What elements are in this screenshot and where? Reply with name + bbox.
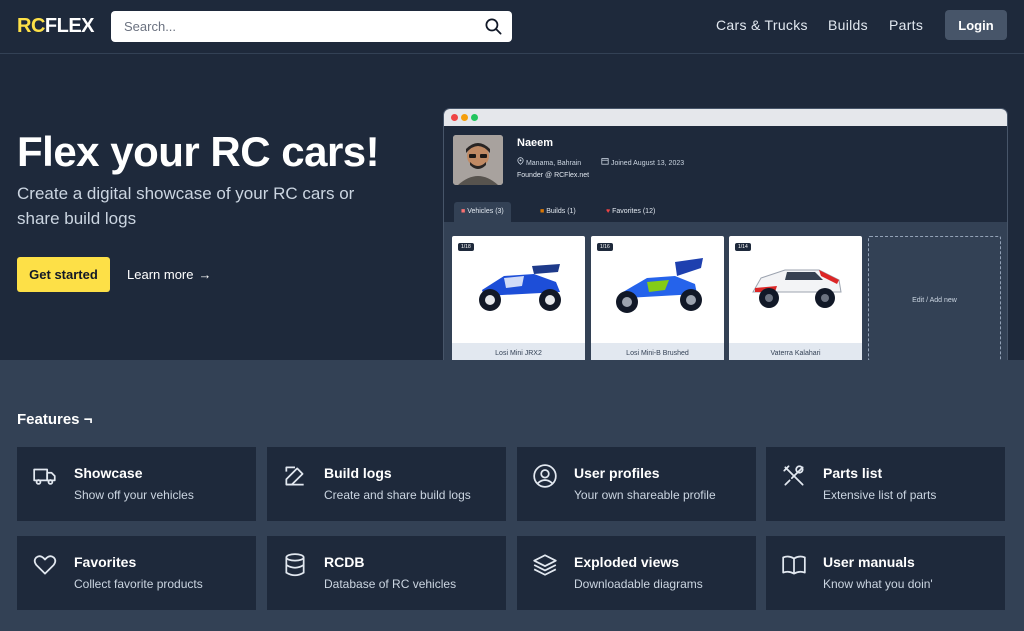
add-vehicle-card[interactable]: Edit / Add new — [868, 236, 1001, 360]
logo-rc: RC — [17, 15, 45, 37]
window-minimize-dot — [461, 114, 468, 121]
get-started-button[interactable]: Get started — [17, 257, 110, 292]
calendar-icon — [601, 158, 609, 165]
feature-title: Exploded views — [574, 554, 680, 570]
feature-desc: Know what you doin' — [823, 577, 933, 591]
feature-title: User profiles — [574, 465, 660, 481]
search-icon[interactable] — [484, 17, 503, 36]
feature-desc: Downloadable diagrams — [574, 577, 703, 591]
vehicle-name: Vaterra Kalahari — [729, 343, 862, 360]
hero-title: Flex your RC cars! — [17, 128, 380, 175]
arrow-right-icon: → — [198, 267, 212, 282]
profile-joined: Joined August 13, 2023 — [601, 157, 684, 167]
truck-icon — [33, 468, 56, 485]
hero-subtitle: Create a digital showcase of your RC car… — [17, 184, 355, 228]
pencil-icon — [285, 466, 304, 486]
feature-card-exploded-views[interactable]: Exploded views Downloadable diagrams — [517, 536, 756, 610]
vehicle-name: Losi Mini JRX2 — [452, 343, 585, 360]
feature-desc: Database of RC vehicles — [324, 577, 457, 591]
feature-desc: Show off your vehicles — [74, 488, 194, 502]
heart-icon — [33, 555, 57, 575]
login-button[interactable]: Login — [945, 10, 1007, 40]
feature-card-favorites[interactable]: Favorites Collect favorite products — [17, 536, 256, 610]
scale-badge: 1/18 — [458, 243, 474, 251]
window-close-dot — [451, 114, 458, 121]
truck-image-icon — [752, 269, 842, 308]
tab-favorites[interactable]: ♥ Favorites (12) — [599, 202, 662, 222]
feature-title: User manuals — [823, 554, 915, 570]
location-pin-icon — [517, 157, 524, 165]
feature-card-parts-list[interactable]: Parts list Extensive list of parts — [766, 447, 1005, 521]
learn-more-link[interactable]: Learn more → — [127, 267, 211, 282]
car-icon: ■ — [461, 208, 466, 215]
window-maximize-dot — [471, 114, 478, 121]
database-icon — [285, 553, 305, 577]
nav-parts[interactable]: Parts — [889, 17, 923, 33]
browser-titlebar — [444, 109, 1007, 126]
book-icon — [782, 555, 806, 575]
tab-favorites-label: Favorites (12) — [612, 208, 656, 215]
vehicle-name: Losi Mini-B Brushed — [591, 343, 724, 360]
tab-vehicles[interactable]: ■ Vehicles (3) — [454, 202, 511, 222]
profile-name: Naeem — [517, 137, 554, 149]
vehicle-card[interactable]: 1/16 Losi Mini-B Brushed — [591, 236, 724, 360]
feature-title: Parts list — [823, 465, 883, 481]
profile-preview-window: Naeem Manama, Bahrain Joined August 13, … — [443, 108, 1008, 360]
vehicle-card[interactable]: 1/14 Vaterra Kalahari — [729, 236, 862, 360]
feature-title: Favorites — [74, 554, 137, 570]
feature-title: Showcase — [74, 465, 143, 481]
tab-builds[interactable]: ■ Builds (1) — [533, 202, 583, 222]
scale-badge: 1/14 — [735, 243, 751, 251]
add-new-label: Edit / Add new — [912, 297, 957, 304]
tab-builds-label: Builds (1) — [546, 208, 576, 215]
logo-flex: FLEX — [44, 15, 95, 37]
tab-vehicles-label: Vehicles (3) — [467, 208, 504, 215]
feature-card-showcase[interactable]: Showcase Show off your vehicles — [17, 447, 256, 521]
buggy-image-icon — [479, 264, 561, 311]
profile-role: Founder @ RCFlex.net — [517, 172, 590, 179]
features-title: Features ¬ — [17, 411, 93, 428]
feature-desc: Collect favorite products — [74, 577, 203, 591]
search-box — [111, 11, 512, 42]
profile-location: Manama, Bahrain — [517, 157, 581, 167]
profile-joined-text: Joined August 13, 2023 — [610, 160, 685, 167]
nav-cars-trucks[interactable]: Cars & Trucks — [716, 17, 808, 33]
scale-badge: 1/16 — [597, 243, 613, 251]
vehicle-card[interactable]: 1/18 Losi Mini JRX2 — [452, 236, 585, 360]
feature-desc: Your own shareable profile — [574, 488, 716, 502]
learn-more-label: Learn more — [127, 267, 194, 282]
search-input[interactable] — [111, 11, 471, 42]
tools-icon — [783, 465, 804, 486]
feature-title: Build logs — [324, 465, 392, 481]
feature-card-user-manuals[interactable]: User manuals Know what you doin' — [766, 536, 1005, 610]
box-icon: ■ — [540, 208, 545, 215]
top-navbar: RCFLEX Cars & Trucks Builds Parts Login — [0, 0, 1024, 54]
avatar-portrait-icon — [453, 135, 503, 185]
nav-builds[interactable]: Builds — [828, 17, 868, 33]
rcflex-logo[interactable]: RCFLEX — [17, 15, 95, 38]
feature-card-build-logs[interactable]: Build logs Create and share build logs — [267, 447, 506, 521]
heart-icon: ♥ — [606, 208, 611, 215]
avatar — [453, 135, 503, 185]
buggy-image-icon — [616, 258, 703, 313]
feature-title: RCDB — [324, 554, 365, 570]
feature-desc: Extensive list of parts — [823, 488, 937, 502]
feature-card-user-profiles[interactable]: User profiles Your own shareable profile — [517, 447, 756, 521]
layers-icon — [533, 554, 557, 576]
user-circle-icon — [533, 464, 557, 488]
feature-desc: Create and share build logs — [324, 488, 471, 502]
profile-location-text: Manama, Bahrain — [525, 160, 582, 167]
feature-card-rcdb[interactable]: RCDB Database of RC vehicles — [267, 536, 506, 610]
